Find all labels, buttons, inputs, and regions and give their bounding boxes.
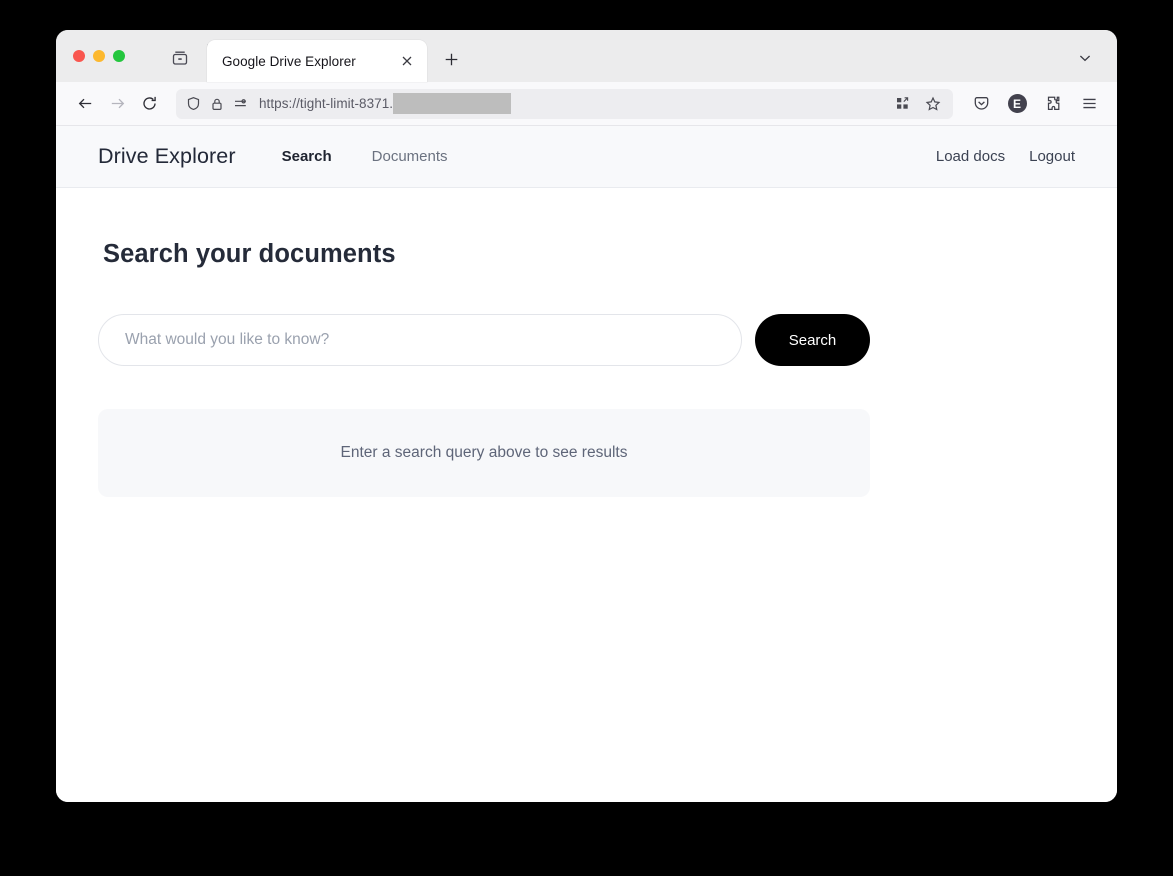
puzzle-icon[interactable] [1039,90,1067,118]
permissions-icon[interactable] [233,96,248,111]
star-icon[interactable] [920,91,946,117]
tab-title: Google Drive Explorer [222,53,356,69]
account-avatar[interactable]: E [1003,90,1031,118]
urlbar-actions [889,91,949,117]
chevron-down-icon[interactable] [1077,50,1095,68]
back-arrow-icon[interactable] [70,89,100,119]
app-brand[interactable]: Drive Explorer [98,144,236,169]
close-window-button[interactable] [73,50,85,62]
empty-results-message: Enter a search query above to see result… [340,444,628,461]
forward-arrow-icon[interactable] [102,89,132,119]
browser-window: Google Drive Explorer https://tight-limi… [56,30,1117,802]
nav-item-documents[interactable]: Documents [372,148,448,165]
search-input[interactable] [98,314,742,366]
grid-expand-icon[interactable] [889,91,915,117]
browser-tabstrip: Google Drive Explorer [56,30,1117,82]
browser-navbar: https://tight-limit-8371. E [56,82,1117,126]
app-nav-links: Search Documents [282,148,448,165]
lock-icon[interactable] [210,97,224,111]
page-title: Search your documents [103,240,396,268]
page-content: Search your documents Search Enter a sea… [56,188,1117,497]
tab-list-icon[interactable] [171,49,189,67]
urlbar-identity-icons [186,96,248,111]
window-controls [73,50,125,62]
nav-item-search[interactable]: Search [282,148,332,165]
url-redaction-block [393,93,512,114]
load-docs-button[interactable]: Load docs [936,148,1005,165]
page-viewport: Drive Explorer Search Documents Load doc… [56,126,1117,802]
pocket-icon[interactable] [967,90,995,118]
account-initial: E [1007,94,1027,113]
hamburger-menu-icon[interactable] [1075,90,1103,118]
reload-icon[interactable] [134,89,164,119]
search-row: Search [98,314,1075,366]
new-tab-button[interactable] [441,49,461,69]
browser-toolbar-actions: E [967,90,1103,118]
search-button[interactable]: Search [755,314,870,366]
close-icon[interactable] [397,51,417,71]
url-text-container: https://tight-limit-8371. [259,93,889,114]
browser-tab[interactable]: Google Drive Explorer [207,40,427,82]
app-navbar: Drive Explorer Search Documents Load doc… [56,126,1117,188]
search-results-panel: Enter a search query above to see result… [98,409,870,497]
minimize-window-button[interactable] [93,50,105,62]
maximize-window-button[interactable] [113,50,125,62]
app-nav-actions: Load docs Logout [936,148,1075,165]
logout-button[interactable]: Logout [1029,148,1075,165]
shield-icon[interactable] [186,96,201,111]
url-text: https://tight-limit-8371. [259,96,394,111]
url-bar[interactable]: https://tight-limit-8371. [176,88,953,119]
